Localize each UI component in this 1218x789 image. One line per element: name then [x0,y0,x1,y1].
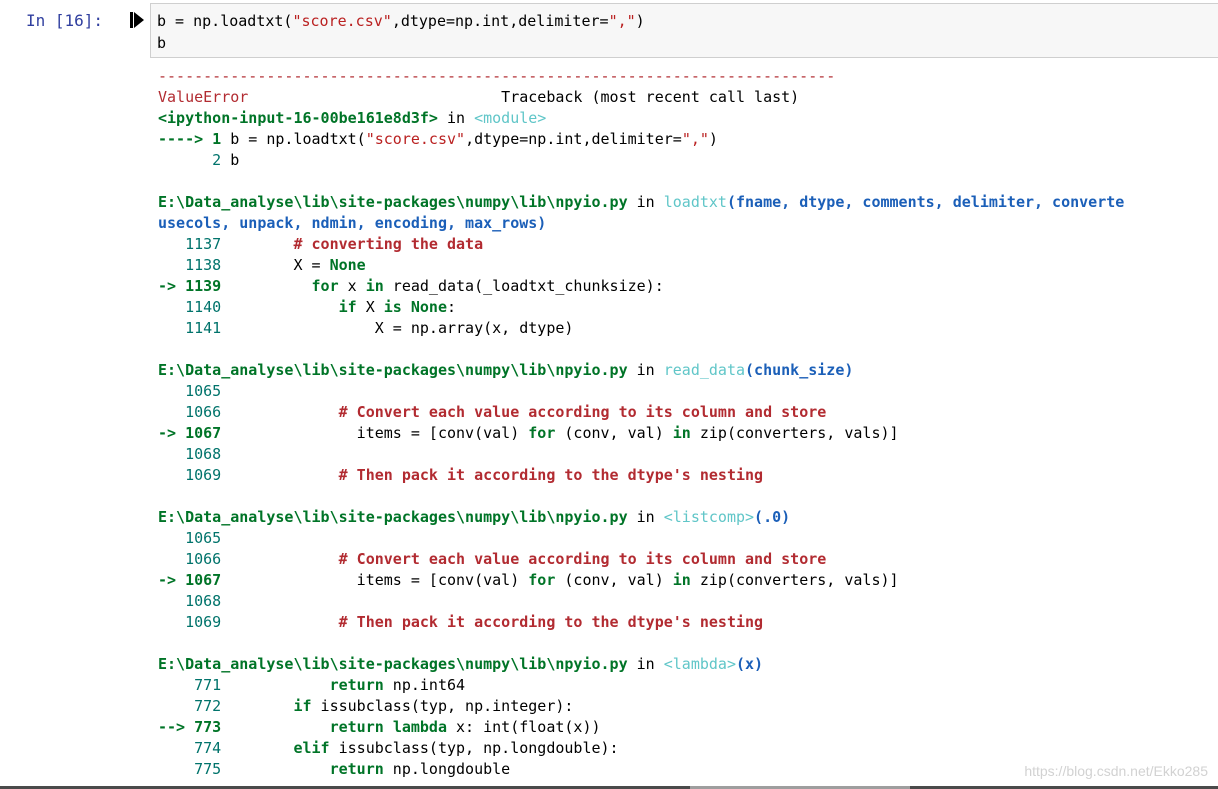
traceback-current-line: ----> 1 b = np.loadtxt("score.csv",dtype… [158,130,718,148]
source-line: 771 return np.int64 [158,676,466,694]
current-source-line: -> 1067 items = [conv(val) for (conv, va… [158,571,899,589]
current-source-line: -> 1067 items = [conv(val) for (conv, va… [158,424,899,442]
source-line: 1065 [158,382,222,400]
source-line: 1137 # converting the data [158,235,484,253]
source-line: 1138 X = None [158,256,366,274]
traceback-input-ref: <ipython-input-16-00be161e8d3f> in <modu… [158,109,547,127]
frame-header: E:\Data_analyse\lib\site-packages\numpy\… [158,361,854,379]
source-line: 1065 [158,529,222,547]
frame-header: E:\Data_analyse\lib\site-packages\numpy\… [158,193,1125,211]
frame-header: E:\Data_analyse\lib\site-packages\numpy\… [158,508,791,526]
source-line: 774 elif issubclass(typ, np.longdouble): [158,739,619,757]
source-line: 772 if issubclass(typ, np.integer): [158,697,574,715]
code-text: b = np.loadtxt("score.csv",dtype=np.int,… [157,12,645,30]
source-line: 1069 # Then pack it according to the dty… [158,613,764,631]
traceback-header: ValueError Traceback (most recent call l… [158,88,800,106]
run-cell-icon[interactable] [130,12,144,28]
source-line: 1068 [158,592,222,610]
source-line: 1068 [158,445,222,463]
traceback-line: 2 b [158,151,240,169]
source-line: 1066 # Convert each value according to i… [158,550,827,568]
watermark: https://blog.csdn.net/Ekko285 [1024,763,1208,779]
code-cell-input[interactable]: b = np.loadtxt("score.csv",dtype=np.int,… [150,3,1218,58]
code-line-2: b [157,34,167,52]
frame-header-cont: usecols, unpack, ndmin, encoding, max_ro… [158,214,547,232]
source-line: 1140 if X is None: [158,298,457,316]
source-line: 1069 # Then pack it according to the dty… [158,466,764,484]
traceback-output: ----------------------------------------… [158,66,1218,780]
code-line-1: b = np.loadtxt("score.csv",dtype=np.int,… [157,11,645,31]
source-line: 1141 X = np.array(x, dtype) [158,319,574,337]
traceback-separator: ----------------------------------------… [158,67,836,85]
current-source-line: -> 1139 for x in read_data(_loadtxt_chun… [158,277,664,295]
frame-header: E:\Data_analyse\lib\site-packages\numpy\… [158,655,764,673]
cell-prompt: In [16]: [26,11,104,30]
current-source-line: --> 773 return lambda x: int(float(x)) [158,718,601,736]
source-line: 1066 # Convert each value according to i… [158,403,827,421]
